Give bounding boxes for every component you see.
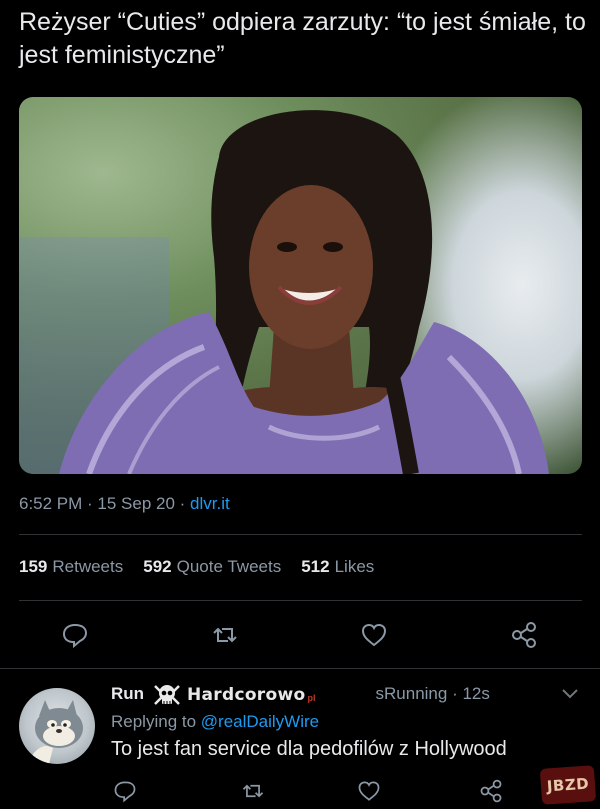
like-icon[interactable] [356, 778, 382, 804]
jbzd-badge-text: JBZD [546, 774, 590, 796]
retweet-icon[interactable] [210, 620, 240, 650]
divider [19, 600, 582, 601]
reply-author-handle[interactable]: sRunning · 12s [376, 684, 490, 703]
watermark-text: Hardcorowo [187, 685, 306, 705]
skull-icon [154, 685, 180, 705]
replying-handle[interactable]: @realDailyWire [201, 712, 319, 731]
retweets-stat[interactable]: 159 Retweets [19, 557, 123, 577]
retweets-count: 159 [19, 557, 48, 576]
retweets-label: Retweets [52, 557, 124, 576]
reply-author-name[interactable]: Run [111, 684, 144, 703]
tweet-time: 6:52 PM · 15 Sep 20 · [19, 494, 191, 513]
like-icon[interactable] [359, 620, 389, 650]
watermark: Hardcorowo pl [150, 681, 319, 709]
share-icon[interactable] [509, 620, 539, 650]
reply-text: To jest fan service dla pedofilów z Holl… [111, 738, 507, 760]
chevron-down-icon[interactable] [561, 686, 579, 700]
photo-portrait [59, 110, 549, 474]
divider [19, 534, 582, 535]
retweet-icon[interactable] [240, 778, 266, 804]
likes-label: Likes [334, 557, 375, 576]
tweet-photo[interactable] [19, 97, 582, 474]
quotes-stat[interactable]: 592 Quote Tweets [143, 557, 281, 577]
reply-icon[interactable] [60, 620, 90, 650]
replying-to: Replying to @realDailyWire [111, 712, 319, 732]
jbzd-badge: JBZD [539, 765, 597, 805]
divider [0, 668, 600, 669]
reply-icon[interactable] [112, 778, 138, 804]
share-icon[interactable] [478, 778, 504, 804]
avatar[interactable] [19, 688, 95, 764]
quotes-count: 592 [143, 557, 172, 576]
watermark-tld: pl [307, 693, 316, 703]
headline: Reżyser “Cuties” odpiera zarzuty: “to je… [19, 8, 586, 69]
tweet-source-link[interactable]: dlvr.it [190, 494, 230, 513]
tweet-actions [0, 620, 600, 650]
reply-actions [0, 778, 600, 806]
tweet-timestamp: 6:52 PM · 15 Sep 20 · dlvr.it [19, 494, 230, 514]
replying-prefix: Replying to [111, 712, 201, 731]
quotes-label: Quote Tweets [176, 557, 282, 576]
likes-count: 512 [301, 557, 330, 576]
likes-stat[interactable]: 512 Likes [301, 557, 374, 577]
tweet-stats: 159 Retweets 592 Quote Tweets 512 Likes [19, 557, 374, 577]
